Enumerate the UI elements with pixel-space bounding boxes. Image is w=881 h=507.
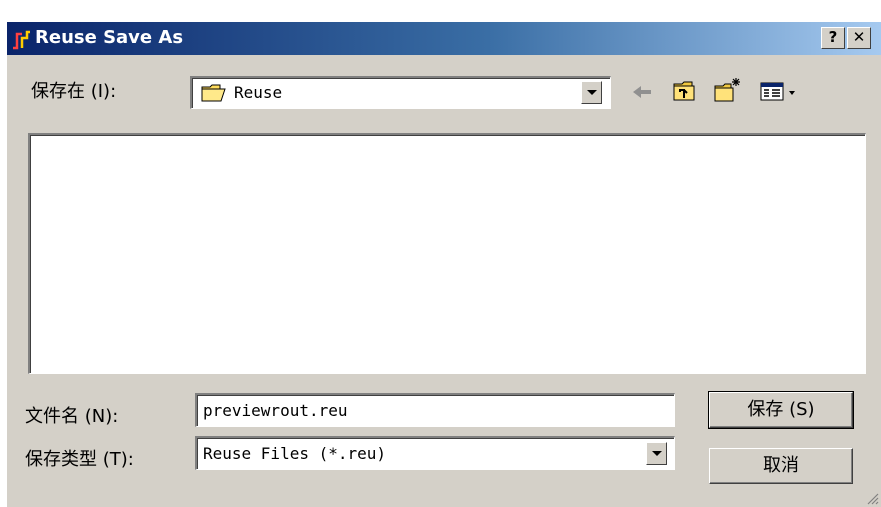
save-in-dropdown-button[interactable]	[581, 81, 602, 104]
save-in-value: Reuse	[234, 83, 283, 102]
back-arrow-icon[interactable]	[629, 80, 655, 104]
file-name-input[interactable]: previewrout.reu	[195, 393, 675, 427]
up-folder-icon[interactable]	[672, 78, 698, 104]
save-as-dialog: Reuse Save As ? ✕ 保存在 (I): Reuse 文件名 (N)…	[6, 21, 881, 507]
file-type-dropdown-button[interactable]	[646, 442, 667, 465]
window-title: Reuse Save As	[35, 27, 184, 48]
help-button[interactable]: ?	[821, 27, 845, 49]
resize-grip-icon[interactable]	[865, 491, 879, 505]
file-name-value: previewrout.reu	[203, 401, 348, 420]
save-in-combo[interactable]: Reuse	[190, 76, 611, 109]
new-folder-icon[interactable]	[713, 76, 743, 104]
save-button[interactable]: 保存 (S)	[708, 391, 854, 429]
view-menu-icon[interactable]	[759, 80, 799, 104]
save-in-label: 保存在 (I):	[31, 81, 117, 102]
file-type-label: 保存类型 (T):	[25, 449, 134, 470]
cancel-button[interactable]: 取消	[709, 448, 853, 484]
file-type-combo[interactable]: Reuse Files (*.reu)	[195, 436, 675, 470]
file-name-label: 文件名 (N):	[25, 406, 119, 427]
file-list[interactable]	[28, 133, 866, 374]
title-bar[interactable]: Reuse Save As ? ✕	[7, 22, 881, 55]
file-type-value: Reuse Files (*.reu)	[203, 444, 387, 463]
close-button[interactable]: ✕	[847, 27, 871, 49]
app-icon	[13, 30, 30, 50]
folder-icon	[201, 84, 226, 102]
